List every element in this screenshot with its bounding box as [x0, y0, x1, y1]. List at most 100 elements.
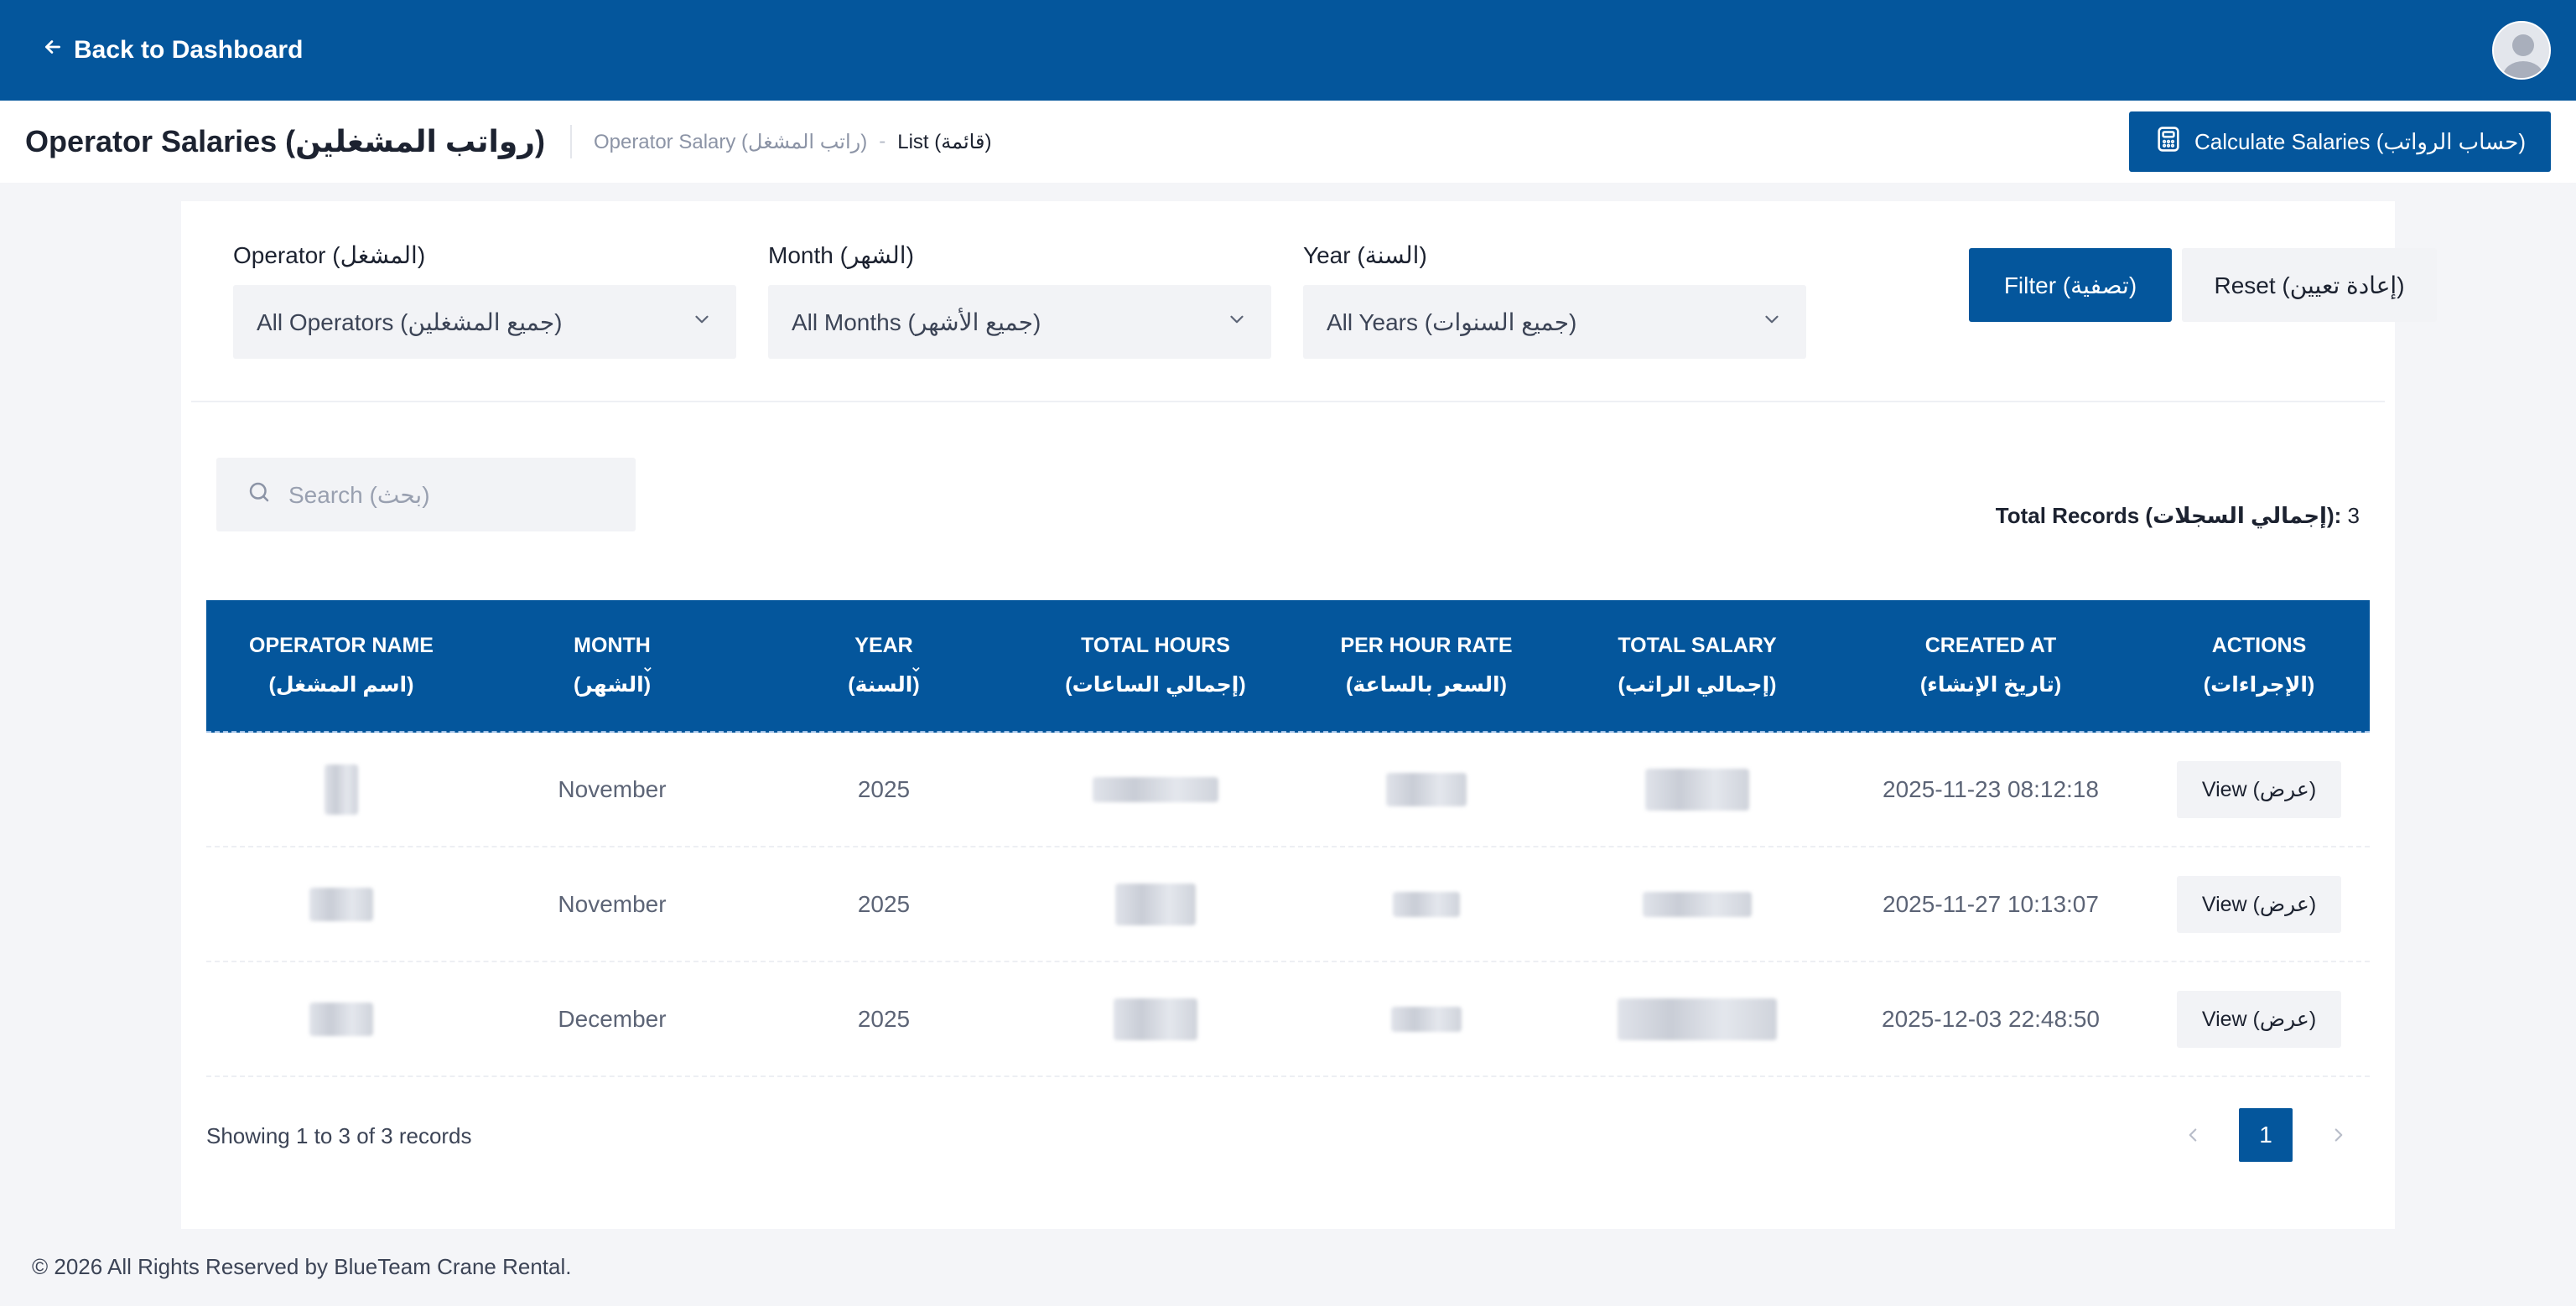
- total-records-label: Total Records (إجمالي السجلات):: [1995, 503, 2342, 528]
- column-header-label: TOTAL SALARY: [1618, 633, 1777, 657]
- arrow-left-icon: [42, 36, 64, 65]
- actions-cell: View (عرض): [2148, 733, 2370, 846]
- per-hour-rate-cell: [1291, 733, 1561, 846]
- column-header-label-ar: (تاريخ الإنشاء): [1919, 673, 2062, 697]
- operator-name-cell: [206, 962, 476, 1075]
- column-header-label: CREATED AT: [1924, 633, 2057, 657]
- column-header-label-ar: (الإجراءات): [2203, 673, 2315, 697]
- operator-select-value: All Operators (جميع المشغلين): [257, 308, 563, 335]
- table-row: December 2025 2025-12-03 22:48:50 View (…: [206, 962, 2370, 1077]
- pagination: 1: [2180, 1108, 2351, 1162]
- page-title: Operator Salaries (رواتب المشغلين): [25, 124, 545, 158]
- search-input[interactable]: Search (بحث): [216, 458, 636, 531]
- year-cell: 2025: [857, 1005, 911, 1032]
- view-button[interactable]: View (عرض): [2177, 875, 2341, 933]
- total-salary-cell: [1561, 847, 1833, 961]
- month-cell: November: [558, 890, 667, 917]
- breadcrumb: Operator Salary (راتب المشغل) - List (قا…: [594, 130, 992, 154]
- search-icon: [247, 479, 272, 510]
- back-to-dashboard-label: Back to Dashboard: [74, 36, 304, 64]
- column-header-label: MONTH: [574, 633, 651, 657]
- column-header-label: TOTAL HOURS: [1081, 633, 1230, 657]
- operator-select[interactable]: All Operators (جميع المشغلين): [233, 285, 736, 359]
- month-filter-label: Month (الشهر): [768, 241, 914, 268]
- column-header-label-ar: (اسم المشغل): [268, 673, 414, 697]
- salaries-table: OPERATOR NAME (اسم المشغل) MONTH (الشهر)…: [206, 600, 2370, 1077]
- total-records: Total Records (إجمالي السجلات): 3: [1996, 503, 2360, 529]
- created-at-cell: 2025-11-23 08:12:18: [1883, 775, 2099, 802]
- total-hours-cell: [1020, 962, 1291, 1075]
- operator-name-cell: [206, 847, 476, 961]
- redacted-value: [309, 1002, 373, 1036]
- breadcrumb-item-operator-salary[interactable]: Operator Salary (راتب المشغل): [594, 130, 867, 154]
- redacted-value: [1386, 772, 1467, 806]
- operator-filter-label: Operator (المشغل): [233, 241, 426, 268]
- filter-divider: [191, 401, 2385, 402]
- view-button[interactable]: View (عرض): [2177, 760, 2341, 818]
- records-summary: Showing 1 to 3 of 3 records: [206, 1123, 472, 1148]
- redacted-value: [309, 887, 373, 921]
- table-header: OPERATOR NAME (اسم المشغل) MONTH (الشهر)…: [206, 600, 2370, 733]
- year-select[interactable]: All Years (جميع السنوات): [1303, 285, 1806, 359]
- footer-copyright: © 2026 All Rights Reserved by BlueTeam C…: [32, 1254, 572, 1279]
- month-select[interactable]: All Months (جميع الأشهر): [768, 285, 1271, 359]
- breadcrumb-item-list: List (قائمة): [897, 130, 992, 153]
- chevron-down-icon: [1761, 308, 1783, 336]
- created-at-cell: 2025-12-03 22:48:50: [1882, 1005, 2100, 1032]
- filter-button[interactable]: Filter (تصفية): [1969, 248, 2172, 322]
- year-filter-group: Year (السنة) All Years (جميع السنوات): [1303, 238, 1806, 359]
- column-header-label-ar: (إجمالي الساعات): [1065, 673, 1246, 697]
- column-header-year[interactable]: YEAR (السنة) ⌄: [748, 600, 1020, 731]
- column-header-label: OPERATOR NAME: [249, 633, 434, 657]
- header-divider: [569, 125, 572, 158]
- column-header-label: YEAR: [854, 633, 913, 657]
- per-hour-rate-cell: [1291, 847, 1561, 961]
- redacted-value: [1114, 998, 1197, 1040]
- page-button-current[interactable]: 1: [2239, 1108, 2293, 1162]
- column-header-actions: ACTIONS (الإجراءات): [2148, 600, 2370, 731]
- calculate-salaries-label: Calculate Salaries (حساب الرواتب): [2194, 128, 2526, 154]
- column-header-label-ar: (إجمالي الراتب): [1618, 673, 1777, 697]
- back-to-dashboard-link[interactable]: Back to Dashboard: [42, 36, 303, 65]
- calculate-salaries-button[interactable]: Calculate Salaries (حساب الرواتب): [2128, 111, 2551, 172]
- column-header-total-hours: TOTAL HOURS (إجمالي الساعات): [1020, 600, 1291, 731]
- redacted-value: [1115, 883, 1196, 925]
- operator-name-cell: [206, 733, 476, 846]
- column-header-label: PER HOUR RATE: [1340, 633, 1513, 657]
- redacted-value: [1645, 768, 1749, 811]
- chevron-left-icon[interactable]: [2180, 1122, 2205, 1148]
- total-hours-cell: [1020, 733, 1291, 846]
- created-at-cell: 2025-11-27 10:13:07: [1883, 890, 2099, 917]
- sort-chevron-icon[interactable]: ⌄: [909, 650, 923, 682]
- view-button[interactable]: View (عرض): [2177, 990, 2341, 1048]
- total-salary-cell: [1561, 733, 1833, 846]
- month-cell: November: [558, 775, 667, 802]
- user-avatar[interactable]: [2492, 21, 2551, 80]
- redacted-value: [1093, 776, 1218, 802]
- sort-chevron-icon[interactable]: ⌄: [641, 650, 655, 682]
- total-salary-cell: [1561, 962, 1833, 1075]
- column-header-label-ar: (السعر بالساعة): [1346, 673, 1507, 697]
- chevron-down-icon: [1226, 308, 1248, 336]
- per-hour-rate-cell: [1291, 962, 1561, 1075]
- column-header-operator-name[interactable]: OPERATOR NAME (اسم المشغل): [206, 600, 476, 731]
- redacted-value: [1391, 1006, 1462, 1032]
- calculator-icon: [2154, 125, 2183, 159]
- total-records-value: 3: [2347, 503, 2360, 528]
- year-filter-label: Year (السنة): [1303, 241, 1427, 268]
- salaries-card: Operator (المشغل) All Operators (جميع ال…: [181, 201, 2437, 1229]
- user-avatar-icon: [2494, 23, 2549, 78]
- year-cell: 2025: [857, 890, 911, 917]
- chevron-down-icon: [691, 308, 713, 336]
- column-header-total-salary: TOTAL SALARY (إجمالي الراتب): [1561, 600, 1833, 731]
- column-header-label-ar: (الشهر): [573, 673, 652, 697]
- month-cell: December: [558, 1005, 667, 1032]
- column-header-created-at: CREATED AT (تاريخ الإنشاء): [1833, 600, 2148, 731]
- operator-filter-group: Operator (المشغل) All Operators (جميع ال…: [233, 238, 736, 359]
- reset-button[interactable]: Reset (إعادة تعيين): [2182, 248, 2437, 322]
- year-cell: 2025: [857, 775, 911, 802]
- redacted-value: [1618, 998, 1777, 1040]
- redacted-value: [1393, 891, 1460, 917]
- column-header-month[interactable]: MONTH (الشهر) ⌄: [476, 600, 748, 731]
- chevron-right-icon[interactable]: [2326, 1122, 2351, 1148]
